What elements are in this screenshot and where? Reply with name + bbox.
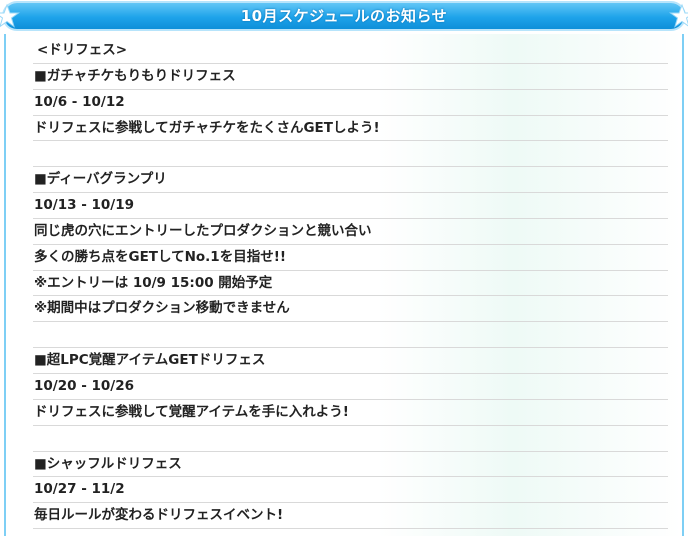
event-description: ドリフェスに参戦してガチャチケをたくさんGETしよう! bbox=[33, 116, 668, 142]
event-dates: 10/20 - 10/26 bbox=[33, 374, 668, 400]
star-icon bbox=[669, 3, 688, 28]
category-heading: <ドリフェス> bbox=[33, 38, 668, 64]
event-title: ■超LPC覚醒アイテムGETドリフェス bbox=[33, 348, 668, 374]
spacer-row bbox=[33, 141, 668, 168]
header-title: 10月スケジュールのお知らせ bbox=[240, 7, 448, 25]
event-description: 毎日ルールが変わるドリフェスイベント! bbox=[33, 503, 668, 530]
event-dates: 10/6 - 10/12 bbox=[33, 90, 668, 116]
schedule-list: <ドリフェス> ■ガチャチケもりもりドリフェス 10/6 - 10/12 ドリフ… bbox=[33, 38, 668, 530]
event-dates: 10/27 - 11/2 bbox=[33, 477, 668, 504]
spacer-row bbox=[33, 426, 668, 452]
event-title: ■ガチャチケもりもりドリフェス bbox=[33, 64, 668, 90]
event-title: ■シャッフルドリフェス bbox=[33, 452, 668, 478]
event-title: ■ディーバグランプリ bbox=[33, 167, 668, 194]
event-description: ドリフェスに参戦して覚醒アイテムを手に入れよう! bbox=[33, 400, 668, 426]
event-dates: 10/13 - 10/19 bbox=[33, 193, 668, 219]
event-description: 多くの勝ち点をGETしてNo.1を目指せ!! bbox=[33, 245, 668, 271]
spacer-row bbox=[33, 322, 668, 349]
event-note: ※エントリーは 10/9 15:00 開始予定 bbox=[33, 271, 668, 297]
event-description: 同じ虎の穴にエントリーしたプロダクションと競い合い bbox=[33, 219, 668, 245]
event-note: ※期間中はプロダクション移動できません bbox=[33, 296, 668, 323]
schedule-header: 10月スケジュールのお知らせ bbox=[0, 0, 688, 34]
